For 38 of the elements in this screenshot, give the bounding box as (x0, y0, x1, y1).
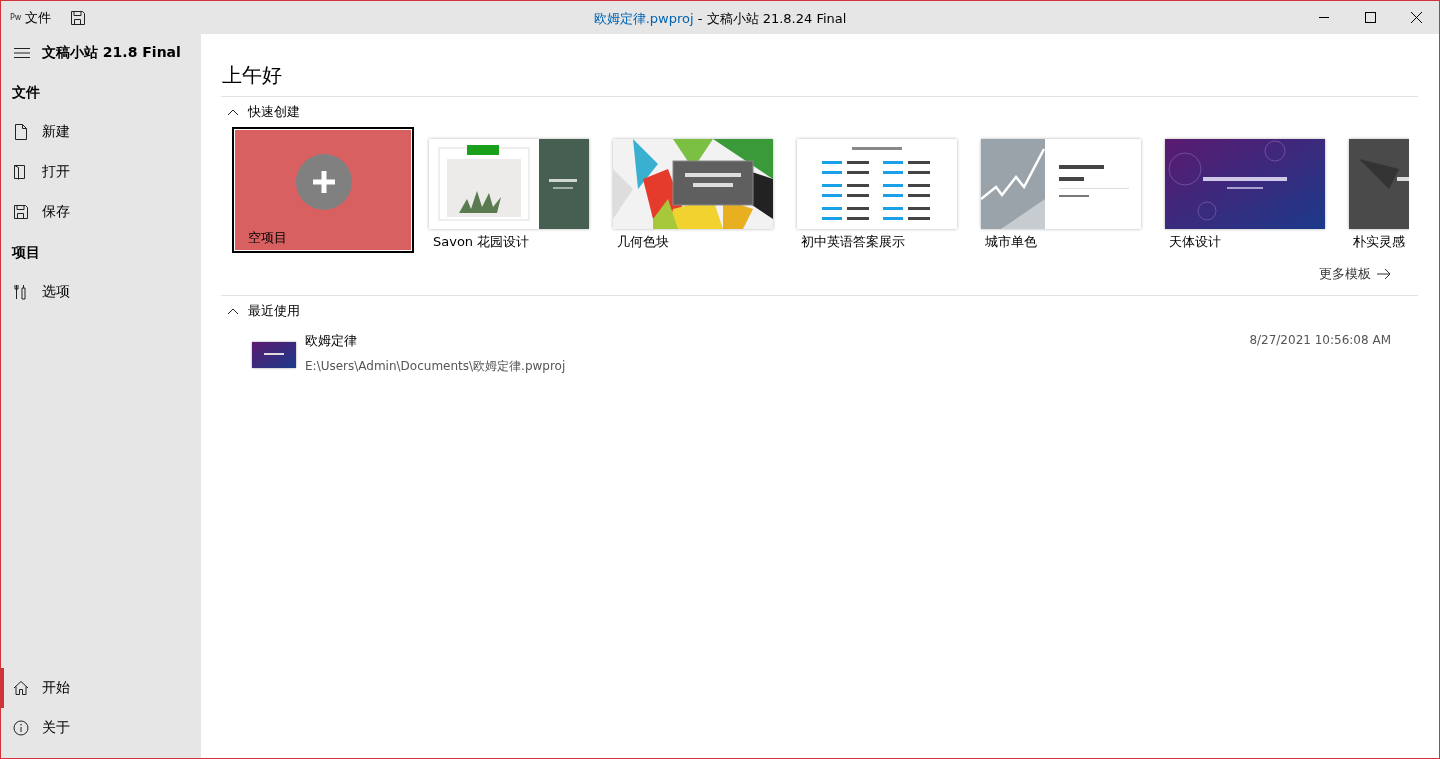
file-path: E:\Users\Admin\Documents\欧姆定律.pwproj (305, 358, 567, 375)
chevron-icon (227, 108, 239, 116)
file-name[interactable]: 欧姆定律 (305, 332, 1250, 350)
template-card[interactable]: 天体设计 (1152, 127, 1334, 253)
arrow-right-icon (1377, 268, 1391, 280)
plus-icon (296, 154, 352, 210)
info-icon (13, 720, 29, 736)
sidebar-item[interactable]: 打开 (1, 152, 201, 192)
template-card[interactable]: 朴实灵感 (1336, 127, 1409, 253)
more-templates-link[interactable]: 更多模板 (1319, 265, 1391, 283)
file-name-title: 欧姆定律.pwproj (593, 11, 694, 26)
app-title: 文稿小站 21.8 Final (42, 44, 181, 62)
save-icon[interactable] (70, 9, 87, 26)
tools-icon (13, 284, 29, 300)
greeting-heading: 上午好 (222, 62, 283, 89)
app-logo: Pw (10, 13, 22, 22)
save-icon (13, 204, 29, 220)
blank-project-card[interactable]: 空项目 (232, 127, 414, 253)
section-toggle[interactable]: 最近使用 (221, 296, 306, 326)
template-card[interactable]: Savon 花园设计 (416, 127, 598, 253)
file-menu[interactable]: 文件 (25, 8, 52, 27)
chevron-icon (227, 307, 239, 315)
sidebar-item[interactable]: 新建 (1, 112, 201, 152)
sidebar-item[interactable]: 保存 (1, 192, 201, 232)
file-thumbnail (252, 342, 296, 368)
section-heading: 项目 (10, 243, 41, 262)
template-card[interactable]: 城市单色 (968, 127, 1150, 253)
sidebar-item[interactable]: 选项 (1, 272, 201, 312)
section-heading: 文件 (11, 83, 41, 102)
menu-icon[interactable] (13, 46, 31, 60)
sidebar-item[interactable]: 关于 (1, 708, 201, 748)
file-date: 8/27/2021 10:56:08 AM (1249, 333, 1391, 347)
section-toggle[interactable]: 快速创建 (221, 97, 306, 127)
template-card[interactable]: 初中英语答案展示 (784, 127, 966, 253)
template-card[interactable]: 几何色块 (600, 127, 782, 253)
document-icon (13, 124, 29, 140)
home-icon (13, 680, 29, 696)
window-title: - 文稿小站 21.8.24 Final (696, 11, 847, 26)
